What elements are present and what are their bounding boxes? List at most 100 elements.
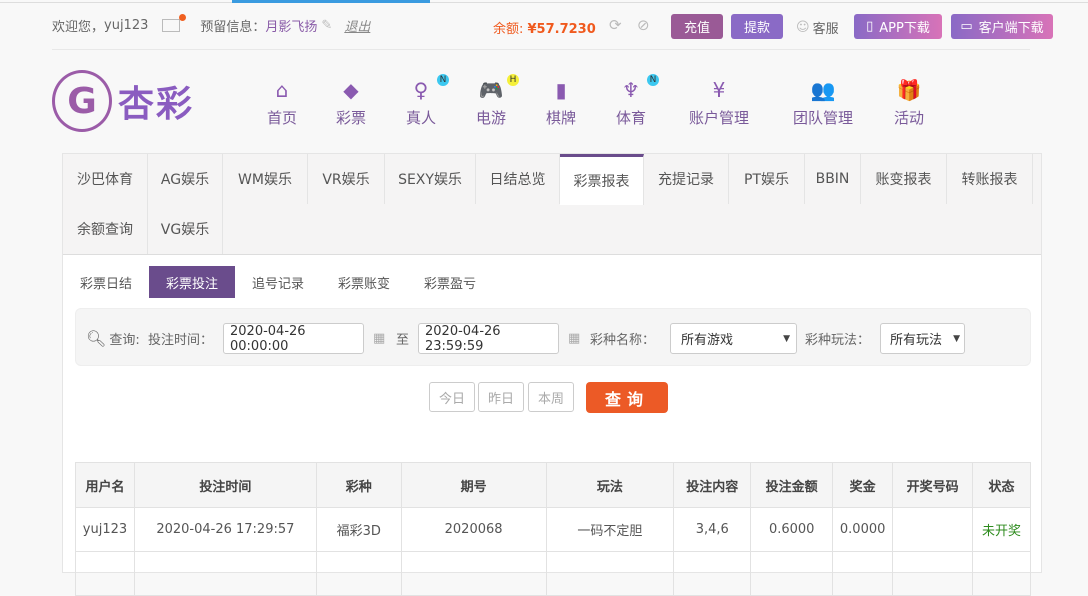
tab-account-change[interactable]: 账变报表: [861, 154, 947, 204]
hide-eye-icon[interactable]: ⊘: [637, 16, 650, 34]
tab-ag[interactable]: AG娱乐: [148, 154, 223, 204]
subtab-lottery-pnl[interactable]: 彩票盈亏: [411, 266, 489, 298]
customer-service-link[interactable]: ☺ 客服: [796, 18, 839, 37]
cell-empty: [750, 551, 834, 596]
to-label: 至: [396, 332, 410, 348]
report-panel: 沙巴体育 AG娱乐 WM娱乐 VR娱乐 SEXY娱乐 日结总览 彩票报表 充提记…: [62, 153, 1042, 596]
trophy-icon: ♆ N: [611, 74, 659, 102]
yesterday-button[interactable]: 昨日: [478, 382, 524, 412]
tab-daily-overview[interactable]: 日结总览: [476, 154, 560, 204]
cell-empty: [832, 551, 894, 596]
start-calendar-icon[interactable]: ▦: [373, 309, 385, 367]
cell-empty: [400, 551, 547, 596]
nav-cards[interactable]: ▮ 棋牌: [541, 78, 581, 128]
nav-slots[interactable]: 🎮 H 电游: [471, 74, 519, 128]
balance-value: ¥57.7230: [527, 22, 596, 37]
cell-amount: 0.6000: [750, 507, 834, 552]
cell-empty: [673, 551, 752, 596]
nav-lottery[interactable]: ◆ 彩票: [331, 78, 371, 128]
nav-account[interactable]: ¥ 账户管理: [684, 78, 754, 128]
bet-time-label: 投注时间：: [148, 332, 214, 348]
subtab-lottery-daily[interactable]: 彩票日结: [67, 266, 145, 298]
edit-icon[interactable]: ✎: [321, 18, 332, 33]
dropdown-arrow-icon: ▼: [783, 333, 790, 344]
tab-deposit-records[interactable]: 充提记录: [644, 154, 729, 204]
phone-icon: ▯: [866, 19, 874, 34]
deposit-button[interactable]: 充值: [671, 14, 723, 39]
this-week-button[interactable]: 本周: [528, 382, 574, 412]
tab-transfer[interactable]: 转账报表: [947, 154, 1033, 204]
gift-icon: 🎁: [896, 78, 922, 102]
play-type-label: 彩种玩法：: [805, 332, 871, 348]
nav-activity[interactable]: 🎁 活动: [889, 78, 929, 128]
play-type-value: 所有玩法: [890, 333, 943, 348]
gamepad-icon: 🎮 H: [471, 74, 519, 102]
cell-prize: 0.0000: [832, 507, 894, 552]
tab-balance[interactable]: 余额查询: [63, 204, 148, 254]
nav-live[interactable]: ♀ N 真人: [401, 74, 449, 128]
logo-text: 杏彩: [118, 84, 195, 125]
nav-label: 账户管理: [688, 109, 749, 127]
withdraw-button[interactable]: 提款: [731, 14, 783, 39]
welcome-text: 欢迎您，: [52, 19, 105, 35]
col-amount: 投注金额: [750, 462, 834, 508]
subtab-lottery-changes[interactable]: 彩票账变: [325, 266, 403, 298]
logo[interactable]: G 杏彩: [52, 70, 194, 132]
divider: [52, 49, 1030, 50]
loading-bar: [232, 0, 430, 3]
nav-label: 首页: [266, 109, 297, 127]
end-calendar-icon[interactable]: ▦: [568, 309, 580, 367]
nav-label: 彩票: [335, 109, 366, 127]
app-download-label: APP下载: [879, 21, 930, 36]
group-icon: 👥: [810, 78, 836, 102]
nav-label: 活动: [893, 109, 924, 127]
query-text: 查询:: [109, 332, 140, 348]
table-header: 用户名 投注时间 彩种 期号 玩法 投注内容 投注金额 奖金 开奖号码 状态: [75, 462, 1031, 508]
badge-new: N: [437, 74, 449, 86]
nav-label: 棋牌: [545, 109, 576, 127]
client-download-button[interactable]: ▭ 客户端下载: [951, 14, 1053, 39]
lottery-name-value: 所有游戏: [681, 333, 734, 348]
nav-sports[interactable]: ♆ N 体育: [611, 74, 659, 128]
play-type-select[interactable]: 所有玩法 ▼: [880, 323, 965, 354]
search-button[interactable]: 查询: [586, 382, 668, 413]
nav-label: 真人: [405, 109, 436, 127]
col-issue: 期号: [400, 462, 547, 508]
tab-pt[interactable]: PT娱乐: [729, 154, 805, 204]
client-download-label: 客户端下载: [978, 21, 1044, 36]
col-bet-time: 投注时间: [133, 462, 317, 508]
dropdown-arrow-icon: ▼: [953, 333, 960, 344]
tab-saba[interactable]: 沙巴体育: [63, 154, 148, 204]
end-time-input[interactable]: 2020-04-26 23:59:59: [418, 323, 559, 354]
refresh-icon[interactable]: ⟳: [609, 16, 622, 34]
tab-lottery-report[interactable]: 彩票报表: [560, 154, 644, 205]
username: yuj123: [104, 17, 149, 33]
service-label: 客服: [812, 22, 839, 37]
mail-icon[interactable]: [162, 13, 187, 32]
table-row[interactable]: yuj123 2020-04-26 17:29:57 福彩3D 2020068 …: [75, 507, 1031, 552]
start-time-input[interactable]: 2020-04-26 00:00:00: [223, 323, 364, 354]
balance-label: 余额:: [493, 22, 528, 37]
col-lottery: 彩种: [315, 462, 402, 508]
logout-link[interactable]: 退出: [344, 16, 370, 35]
tab-wm[interactable]: WM娱乐: [223, 154, 308, 204]
today-button[interactable]: 今日: [429, 382, 475, 412]
col-draw-number: 开奖号码: [892, 462, 974, 508]
col-play: 玩法: [545, 462, 675, 508]
tab-sexy[interactable]: SEXY娱乐: [385, 154, 476, 204]
app-download-button[interactable]: ▯ APP下载: [854, 14, 942, 39]
nav-team[interactable]: 👥 团队管理: [788, 78, 858, 128]
tab-vr[interactable]: VR娱乐: [308, 154, 385, 204]
cell-empty: [133, 551, 317, 596]
nav-label: 团队管理: [792, 109, 853, 127]
subtab-lottery-bets[interactable]: 彩票投注: [149, 266, 235, 298]
lottery-name-select[interactable]: 所有游戏 ▼: [670, 323, 797, 354]
service-icon: ☺: [796, 20, 810, 35]
cell-empty: [315, 551, 402, 596]
subtab-chase-records[interactable]: 追号记录: [239, 266, 317, 298]
tab-bbin[interactable]: BBIN: [805, 154, 861, 204]
nav-home[interactable]: ⌂ 首页: [262, 78, 302, 128]
lottery-name-label: 彩种名称：: [590, 332, 656, 348]
monitor-icon: ▭: [960, 19, 973, 34]
tab-vg[interactable]: VG娱乐: [148, 204, 223, 254]
